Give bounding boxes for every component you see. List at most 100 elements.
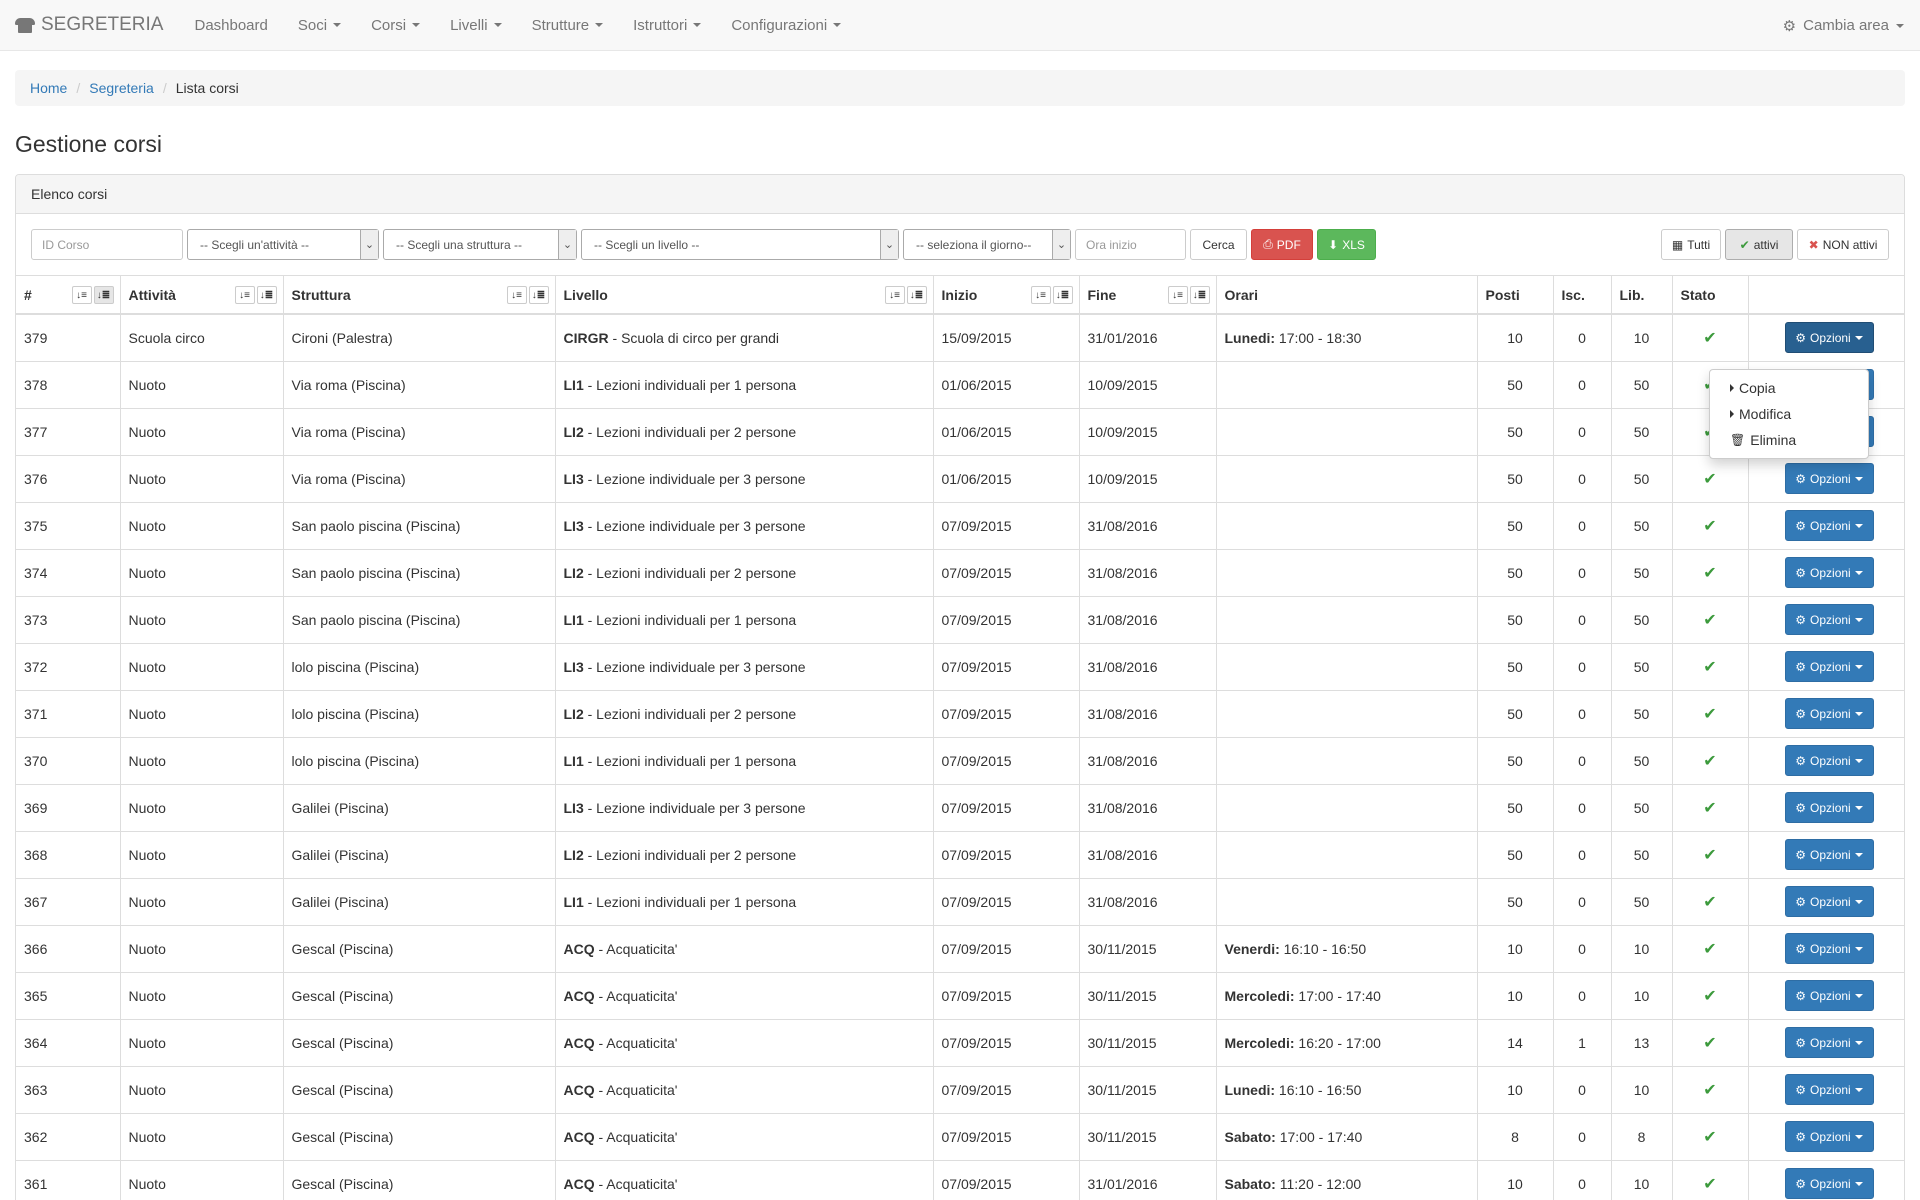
column-header-5[interactable]: Fine ↓≡ ↓≣ — [1079, 276, 1217, 315]
structure-select[interactable]: -- Scegli una struttura -- ⌄ — [383, 229, 577, 260]
sort-descending-icon[interactable]: ↓≣ — [528, 286, 549, 304]
chevron-down-icon — [333, 23, 342, 27]
xls-label: XLS — [1342, 237, 1365, 252]
nav-item-istruttori[interactable]: Istruttori — [618, 0, 716, 51]
sort-ascending-icon[interactable]: ↓≡ — [234, 286, 255, 304]
cell-id: 364 — [16, 1018, 121, 1066]
options-button[interactable]: ⚙Opzioni — [1784, 792, 1874, 823]
brand[interactable]: SEGRETERIA — [15, 14, 163, 36]
cell-level: LI1 - Lezioni individuali per 1 persona — [555, 736, 934, 784]
cell-free: 50 — [1611, 736, 1673, 784]
options-label: Opzioni — [1810, 800, 1851, 815]
check-icon: ✔ — [1739, 237, 1750, 252]
options-button[interactable]: ⚙Opzioni — [1784, 933, 1874, 964]
options-button[interactable]: ⚙Opzioni — [1784, 604, 1874, 635]
cell-enrolled: 0 — [1553, 830, 1612, 878]
chevron-down-icon — [1854, 664, 1863, 669]
options-button[interactable]: ⚙Opzioni — [1784, 698, 1874, 729]
nav-item-soci[interactable]: Soci — [283, 0, 356, 51]
activity-select[interactable]: -- Scegli un'attività -- ⌄ — [187, 229, 379, 260]
schedule-day: Sabato: — [1224, 1128, 1276, 1145]
level-code: ACQ — [563, 1034, 595, 1051]
cell-status: ✔ — [1672, 971, 1749, 1019]
sort-ascending-icon[interactable]: ↓≡ — [1030, 286, 1051, 304]
nav-item-corsi[interactable]: Corsi — [356, 0, 435, 51]
nav-item-livelli[interactable]: Livelli — [435, 0, 517, 51]
filter-active-button[interactable]: ✔ attivi — [1725, 229, 1793, 260]
structure-select-value: -- Scegli una struttura -- — [396, 237, 523, 252]
options-button[interactable]: ⚙Opzioni — [1784, 463, 1874, 494]
cell-end-date: 31/08/2016 — [1079, 877, 1217, 925]
course-id-input[interactable]: ID Corso — [31, 229, 183, 260]
breadcrumb-home[interactable]: Home — [30, 80, 67, 96]
options-button[interactable]: ⚙Opzioni — [1784, 557, 1874, 588]
sort-descending-icon[interactable]: ↓≣ — [1052, 286, 1073, 304]
search-button[interactable]: Cerca — [1190, 229, 1247, 260]
options-button[interactable]: ⚙Opzioni — [1784, 1121, 1874, 1152]
level-code: LI2 — [563, 705, 584, 722]
column-header-label: # — [24, 286, 32, 303]
column-header-2[interactable]: Struttura ↓≡ ↓≣ — [283, 276, 556, 315]
sort-ascending-icon[interactable]: ↓≡ — [1167, 286, 1188, 304]
cell-end-date: 10/09/2015 — [1079, 454, 1217, 502]
cell-seats: 50 — [1477, 454, 1554, 502]
options-button[interactable]: ⚙Opzioni — [1784, 1027, 1874, 1058]
xls-button[interactable]: ⬇ XLS — [1317, 229, 1376, 260]
sort-ascending-icon[interactable]: ↓≡ — [506, 286, 527, 304]
level-description: - Acquaticita' — [594, 1034, 678, 1051]
edit-menu-item[interactable]: Modifica — [1710, 401, 1868, 427]
options-button[interactable]: ⚙Opzioni — [1784, 1074, 1874, 1105]
cell-level: LI3 - Lezione individuale per 3 persone — [555, 454, 934, 502]
cell-activity: Nuoto — [120, 595, 284, 643]
column-header-1[interactable]: Attività ↓≡ ↓≣ — [120, 276, 284, 315]
cell-start-date: 07/09/2015 — [933, 501, 1080, 549]
chevron-down-icon — [1854, 476, 1863, 481]
nav-item-configurazioni[interactable]: Configurazioni — [716, 0, 856, 51]
cell-level: LI3 - Lezione individuale per 3 persone — [555, 642, 934, 690]
column-header-label: Isc. — [1561, 286, 1585, 303]
sort-descending-icon[interactable]: ↓≣ — [1189, 286, 1210, 304]
options-button[interactable]: ⚙Opzioni — [1784, 839, 1874, 870]
cell-enrolled: 0 — [1553, 548, 1612, 596]
breadcrumb-segreteria[interactable]: Segreteria — [89, 80, 154, 96]
cell-start-date: 01/06/2015 — [933, 454, 1080, 502]
options-button[interactable]: ⚙Opzioni — [1784, 886, 1874, 917]
sort-descending-icon[interactable]: ↓≣ — [93, 286, 114, 304]
cell-structure: Via roma (Piscina) — [283, 360, 556, 408]
column-header-0[interactable]: # ↓≡ ↓≣ — [16, 276, 121, 315]
cell-enrolled: 0 — [1553, 971, 1612, 1019]
filter-all-button[interactable]: ▦ Tutti — [1661, 229, 1721, 260]
cell-enrolled: 0 — [1553, 1065, 1612, 1113]
chevron-down-icon — [1854, 335, 1863, 340]
start-time-input[interactable]: Ora inizio — [1075, 229, 1186, 260]
pdf-button[interactable]: ⎙ PDF — [1251, 229, 1313, 260]
column-header-4[interactable]: Inizio ↓≡ ↓≣ — [933, 276, 1080, 315]
level-select[interactable]: -- Scegli un livello -- ⌄ — [581, 229, 899, 260]
cell-structure: lolo piscina (Piscina) — [283, 642, 556, 690]
nav-item-strutture[interactable]: Strutture — [517, 0, 619, 51]
sort-ascending-icon[interactable]: ↓≡ — [71, 286, 92, 304]
cell-free: 8 — [1611, 1112, 1673, 1160]
change-area-link[interactable]: ⚙ Cambia area — [1783, 0, 1904, 51]
options-button[interactable]: ⚙Opzioni — [1784, 1168, 1874, 1200]
options-button[interactable]: ⚙Opzioni — [1784, 322, 1874, 354]
copy-menu-item[interactable]: Copia — [1710, 375, 1868, 401]
day-select[interactable]: -- seleziona il giorno-- ⌄ — [903, 229, 1071, 260]
sort-ascending-icon[interactable]: ↓≡ — [884, 286, 905, 304]
cell-id: 378 — [16, 360, 121, 408]
sort-descending-icon[interactable]: ↓≣ — [906, 286, 927, 304]
column-header-3[interactable]: Livello ↓≡ ↓≣ — [555, 276, 934, 315]
options-button[interactable]: ⚙Opzioni — [1784, 980, 1874, 1011]
options-button[interactable]: ⚙Opzioni — [1784, 510, 1874, 541]
filter-inactive-button[interactable]: ✖ NON attivi — [1797, 229, 1889, 260]
delete-menu-item[interactable]: 🗑 Elimina — [1710, 427, 1868, 453]
nav-item-dashboard[interactable]: Dashboard — [179, 0, 282, 51]
level-code: LI1 — [563, 752, 584, 769]
sort-descending-icon[interactable]: ↓≣ — [256, 286, 277, 304]
nav-item-label: Istruttori — [633, 16, 688, 34]
cell-seats: 10 — [1477, 1159, 1554, 1200]
level-description: - Lezioni individuali per 2 persone — [583, 423, 797, 440]
schedule-day: Lunedi: — [1224, 329, 1276, 346]
options-button[interactable]: ⚙Opzioni — [1784, 745, 1874, 776]
options-button[interactable]: ⚙Opzioni — [1784, 651, 1874, 682]
